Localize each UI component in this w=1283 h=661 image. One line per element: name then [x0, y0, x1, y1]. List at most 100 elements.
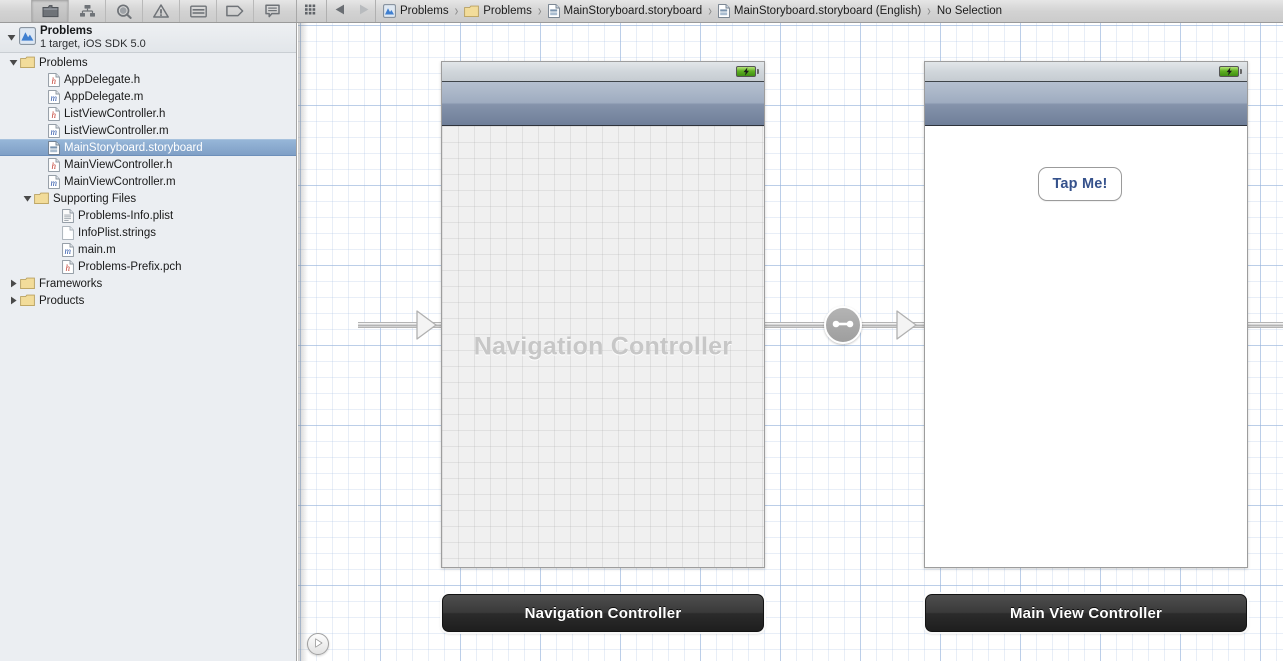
- navigation-controller-content: Navigation Controller: [442, 126, 764, 567]
- scene-navigation-controller[interactable]: Navigation Controller Navigation Control…: [441, 61, 766, 641]
- storyboard-file-icon: [547, 4, 560, 18]
- toolbar-left-gap: [0, 0, 32, 22]
- main-view-controller-device[interactable]: Tap Me!: [924, 61, 1248, 568]
- main-view-controller-content: Tap Me!: [925, 126, 1247, 567]
- navigator-row[interactable]: Problems-Info.plist: [0, 207, 296, 224]
- scene-title-bar-main-view-controller[interactable]: Main View Controller: [925, 594, 1247, 632]
- back-arrow-icon[interactable]: [335, 4, 345, 18]
- svg-text:h: h: [52, 76, 57, 86]
- implementation-file-icon: m: [48, 123, 60, 138]
- navigator-row[interactable]: h ListViewController.h: [0, 105, 296, 122]
- navigator-button-log[interactable]: [254, 0, 291, 22]
- navigator-row-label: Supporting Files: [53, 192, 137, 205]
- tag-icon: [226, 5, 244, 17]
- folder-icon: [20, 277, 35, 290]
- navigator-row[interactable]: m AppDelegate.m: [0, 88, 296, 105]
- folder-icon: [42, 4, 59, 18]
- project-navigator: Problems 1 target, iOS SDK 5.0 Problems h…: [0, 23, 297, 661]
- project-header-texts: Problems 1 target, iOS SDK 5.0: [40, 25, 146, 50]
- status-bar: [442, 62, 764, 82]
- disclosure-triangle-closed-icon[interactable]: [6, 294, 20, 308]
- navigator-row-label: Problems: [39, 56, 88, 69]
- navigator-row-label: MainStoryboard.storyboard: [64, 141, 203, 154]
- project-header-row[interactable]: Problems 1 target, iOS SDK 5.0: [0, 23, 296, 53]
- breadcrumb-label: No Selection: [936, 5, 1003, 17]
- jump-bar-nav-arrows: [327, 0, 376, 22]
- navigator-row[interactable]: Frameworks: [0, 275, 296, 292]
- header-file-icon: h: [48, 157, 60, 172]
- xcode-project-icon: [383, 4, 396, 18]
- navigator-button-symbol[interactable]: [69, 0, 106, 22]
- breadcrumb-item-project[interactable]: Problems: [383, 4, 449, 18]
- header-file-icon: h: [48, 106, 60, 121]
- svg-text:h: h: [52, 161, 57, 171]
- plist-file-icon: [62, 208, 74, 223]
- jump-bar-grid-button[interactable]: [297, 0, 327, 22]
- navigation-bar[interactable]: [925, 82, 1247, 126]
- implementation-file-icon: m: [62, 242, 74, 257]
- navigator-row[interactable]: h Problems-Prefix.pch: [0, 258, 296, 275]
- navigator-row-label: Problems-Prefix.pch: [78, 260, 182, 273]
- header-file-icon: h: [62, 259, 74, 274]
- navigator-row[interactable]: m ListViewController.m: [0, 122, 296, 139]
- navigator-row[interactable]: m MainViewController.m: [0, 173, 296, 190]
- svg-text:m: m: [51, 93, 58, 103]
- disclosure-triangle-closed-icon[interactable]: [6, 277, 20, 291]
- breadcrumb-item-group[interactable]: Problems: [464, 5, 532, 18]
- navigator-row[interactable]: h MainViewController.h: [0, 156, 296, 173]
- navigator-row[interactable]: Products: [0, 292, 296, 309]
- navigator-button-breakpoint[interactable]: [217, 0, 254, 22]
- navigator-row-label: Problems-Info.plist: [78, 209, 174, 222]
- navigation-bar[interactable]: [442, 82, 764, 126]
- battery-charging-icon: [736, 66, 759, 77]
- navigator-row[interactable]: Problems: [0, 54, 296, 71]
- navigator-row[interactable]: m main.m: [0, 241, 296, 258]
- disclosure-triangle-open-icon[interactable]: [6, 56, 20, 70]
- disclosure-triangle-open-icon[interactable]: [4, 31, 18, 45]
- disclosure-triangle-open-icon[interactable]: [20, 192, 34, 206]
- folder-icon: [20, 294, 35, 307]
- breadcrumb-item-storyboard-english[interactable]: MainStoryboard.storyboard (English): [718, 4, 921, 18]
- status-bar: [925, 62, 1247, 82]
- relationship-segue-badge[interactable]: [824, 306, 862, 344]
- storyboard-file-icon: [718, 4, 730, 18]
- warning-icon: [153, 4, 169, 18]
- folder-icon: [20, 56, 35, 69]
- breadcrumb-item-selection[interactable]: No Selection: [937, 5, 1002, 17]
- breadcrumb-separator: ›: [454, 2, 459, 20]
- navigator-row[interactable]: Supporting Files: [0, 190, 296, 207]
- scene-title-label: Main View Controller: [1009, 604, 1163, 622]
- svg-text:m: m: [51, 127, 58, 137]
- navigator-row[interactable]: InfoPlist.strings: [0, 224, 296, 241]
- speech-icon: [265, 4, 280, 18]
- jump-bar: Problems › Problems › MainStoryboard.sto…: [297, 0, 1283, 22]
- navigation-controller-device[interactable]: Navigation Controller: [441, 61, 765, 568]
- navigator-row[interactable]: h AppDelegate.h: [0, 71, 296, 88]
- navigator-button-project[interactable]: [32, 0, 69, 22]
- navigator-button-issue[interactable]: [143, 0, 180, 22]
- relationship-segue-icon: [831, 318, 855, 333]
- xcode-project-icon: [19, 27, 36, 48]
- navigator-button-debug[interactable]: [180, 0, 217, 22]
- storyboard-file-icon: [48, 140, 60, 155]
- strings-file-icon: [62, 225, 74, 240]
- forward-arrow-icon[interactable]: [359, 4, 369, 18]
- scene-main-view-controller[interactable]: Tap Me! Main View Controller: [924, 61, 1249, 641]
- navigator-row[interactable]: MainStoryboard.storyboard: [0, 139, 296, 156]
- play-triangle-icon: [314, 637, 323, 651]
- navigator-row-label: AppDelegate.m: [64, 90, 144, 103]
- navigator-button-search[interactable]: [106, 0, 143, 22]
- breadcrumb-item-storyboard[interactable]: MainStoryboard.storyboard: [547, 4, 702, 18]
- scene-title-bar-navigation-controller[interactable]: Navigation Controller: [442, 594, 764, 632]
- storyboard-canvas[interactable]: Navigation Controller Navigation Control…: [298, 23, 1283, 661]
- navigator-row-label: Products: [39, 294, 85, 307]
- tap-me-button[interactable]: Tap Me!: [1038, 167, 1122, 201]
- canvas-expand-button[interactable]: [307, 633, 329, 655]
